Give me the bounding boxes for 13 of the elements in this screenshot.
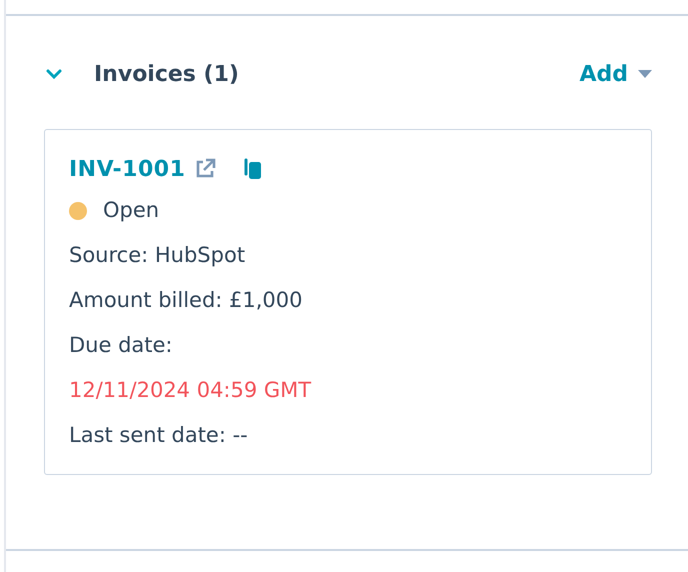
caret-icon <box>638 70 652 78</box>
section-title: Invoices (1) <box>94 62 240 86</box>
status-label: Open <box>103 197 160 224</box>
copy-icon[interactable] <box>243 157 264 181</box>
field-text: Last sent date: -- <box>69 423 248 447</box>
chevron-icon <box>46 69 62 79</box>
field-text: Amount billed: £1,000 <box>69 288 303 312</box>
field-text: Source: HubSpot <box>69 243 246 267</box>
collapse-toggle[interactable] <box>44 67 64 81</box>
add-dropdown-button[interactable]: Add <box>579 62 652 86</box>
invoice-link[interactable]: INV-1001 <box>69 156 186 182</box>
overdue-date: 12/11/2024 04:59 GMT <box>69 378 312 402</box>
field-text: Due date: <box>69 333 173 357</box>
